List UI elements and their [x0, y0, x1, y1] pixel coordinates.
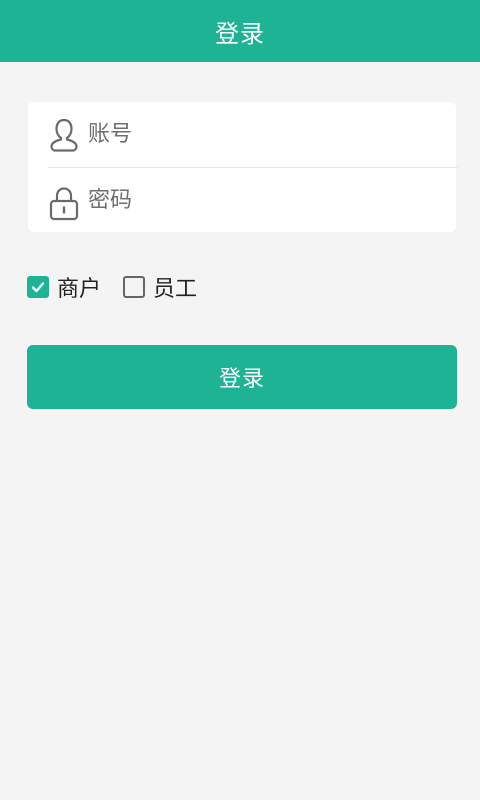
- role-selector: 商户 员工: [27, 271, 219, 303]
- password-input[interactable]: [88, 180, 438, 220]
- merchant-checkbox[interactable]: [27, 276, 49, 298]
- account-field: [28, 102, 456, 167]
- checkmark-icon: [31, 282, 45, 293]
- login-button[interactable]: 登录: [27, 345, 457, 409]
- user-icon: [50, 118, 78, 152]
- employee-checkbox[interactable]: [123, 276, 146, 298]
- merchant-label: 商户: [57, 277, 102, 302]
- account-input[interactable]: [88, 114, 438, 154]
- employee-label: 员工: [153, 277, 198, 302]
- app-header: 登录: [0, 0, 480, 62]
- password-field: [28, 168, 456, 233]
- lock-icon: [49, 187, 79, 221]
- role-option-merchant[interactable]: 商户: [27, 271, 101, 303]
- login-form-card: [28, 102, 458, 233]
- page-title: 登录: [215, 19, 265, 48]
- role-option-employee[interactable]: 员工: [123, 271, 197, 303]
